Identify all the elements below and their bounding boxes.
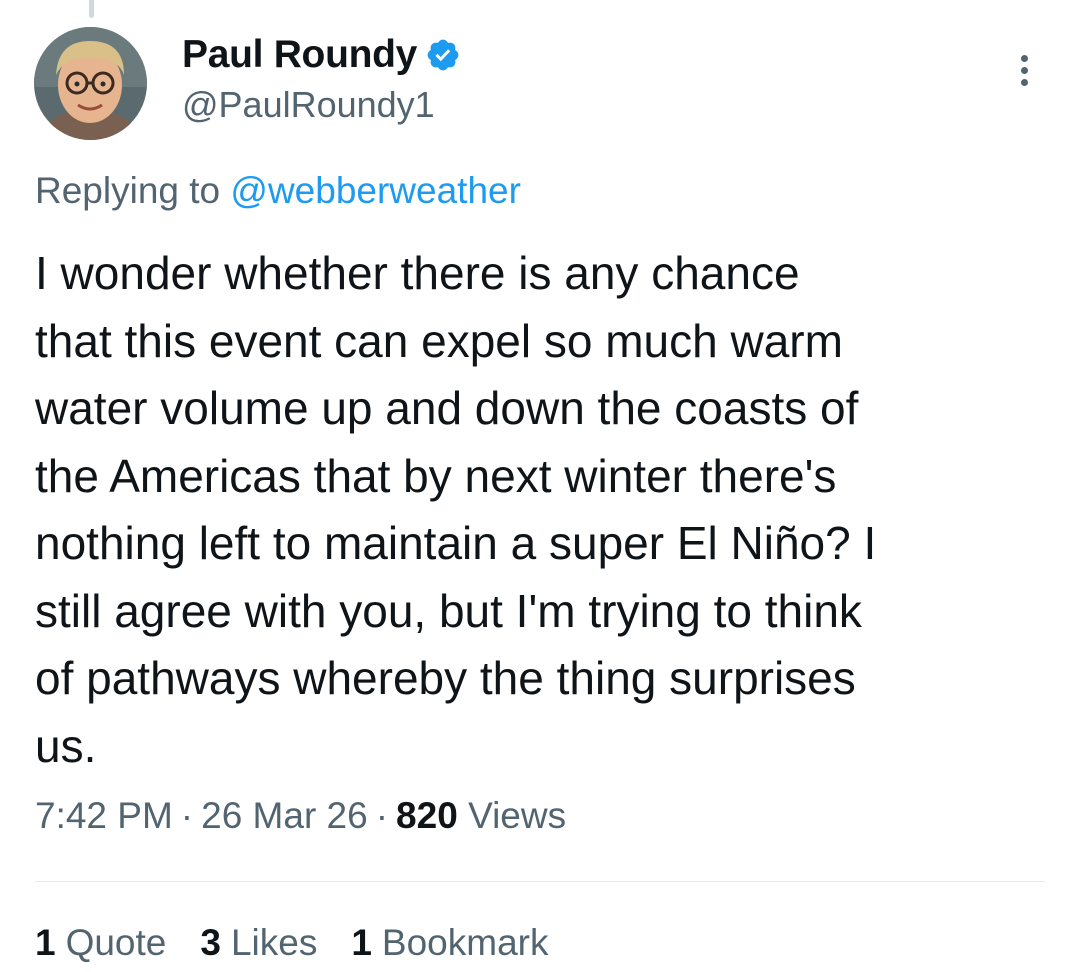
tweet-body-text: I wonder whether there is any chance tha…: [35, 247, 877, 772]
bookmarks-stat[interactable]: 1 Bookmark: [351, 922, 548, 964]
thread-connector-line: [89, 0, 94, 18]
tweet-time[interactable]: 7:42 PM: [35, 795, 173, 836]
profile-photo-icon: [34, 27, 147, 140]
more-dot-icon: [1020, 54, 1028, 62]
meta-separator: ·: [180, 795, 194, 836]
author-name-row: Paul Roundy: [182, 30, 461, 80]
avatar[interactable]: [34, 27, 147, 140]
tweet-date[interactable]: 26 Mar 26: [201, 795, 368, 836]
more-dot-icon: [1020, 66, 1028, 74]
views-label: Views: [468, 795, 567, 836]
more-dot-icon: [1020, 78, 1028, 86]
quotes-label: Quote: [65, 922, 167, 963]
verified-badge-icon: [427, 39, 459, 71]
bookmarks-label: Bookmark: [381, 922, 549, 963]
author-handle[interactable]: @PaulRoundy1: [182, 84, 435, 126]
engagement-stats: 1 Quote 3 Likes 1 Bookmark: [35, 922, 548, 964]
likes-label: Likes: [230, 922, 318, 963]
stats-divider: [35, 881, 1045, 882]
more-options-button[interactable]: [1004, 50, 1044, 90]
views-count: 820: [396, 795, 458, 836]
bookmarks-count: 1: [351, 922, 372, 963]
quotes-count: 1: [35, 922, 56, 963]
quotes-stat[interactable]: 1 Quote: [35, 922, 166, 964]
replying-to-line: Replying to @webberweather: [35, 170, 521, 212]
reply-target-link[interactable]: @webberweather: [230, 170, 521, 211]
tweet-meta: 7:42 PM · 26 Mar 26 · 820 Views: [35, 795, 566, 837]
author-display-name[interactable]: Paul Roundy: [182, 33, 417, 77]
likes-stat[interactable]: 3 Likes: [200, 922, 317, 964]
replying-to-prefix: Replying to: [35, 170, 221, 211]
likes-count: 3: [200, 922, 221, 963]
meta-separator: ·: [375, 795, 389, 836]
